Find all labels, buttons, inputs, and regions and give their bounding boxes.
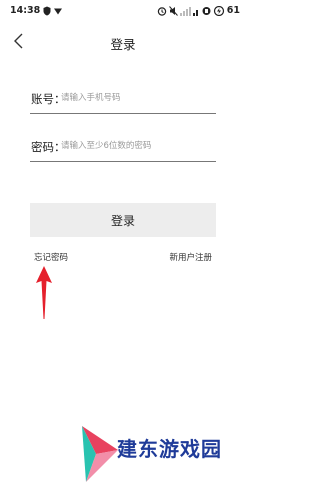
watermark-text: 建东游戏园 [117, 437, 222, 461]
watermark-play-icon [82, 426, 118, 482]
wifi-icon [54, 8, 63, 14]
mute-icon [168, 5, 178, 16]
signal-icon [179, 6, 198, 16]
nav-bar: 登录 [0, 26, 246, 56]
phone-input[interactable] [61, 89, 211, 107]
battery-icon [213, 5, 224, 16]
page-title: 登录 [110, 37, 136, 52]
account-field: 账号： [30, 83, 216, 114]
security-shield-icon [43, 6, 51, 15]
sim-icon [202, 6, 211, 15]
register-link[interactable]: 新用户注册 [169, 251, 212, 263]
red-arrow-annotation [36, 266, 52, 319]
status-time: 14:38 [10, 5, 41, 16]
login-button[interactable]: 登录 [30, 203, 216, 237]
battery-level: 61 [226, 5, 240, 16]
status-right: 61 [157, 5, 240, 16]
password-input[interactable] [61, 137, 211, 155]
status-bar: 14:38 61 [0, 0, 246, 22]
status-left: 14:38 [10, 5, 63, 16]
alarm-icon [157, 6, 166, 16]
forgot-password-link[interactable]: 忘记密码 [34, 251, 68, 263]
password-field: 密码： [30, 131, 216, 162]
